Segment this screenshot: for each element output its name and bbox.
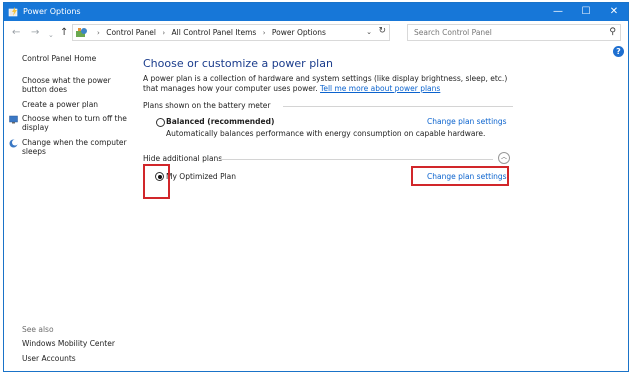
breadcrumb-all-items[interactable]: All Control Panel Items <box>172 28 257 37</box>
back-arrow-icon[interactable]: ← <box>12 27 20 39</box>
breadcrumb-separator-icon[interactable]: › <box>162 29 165 37</box>
optimized-plan-name[interactable]: My Optimized Plan <box>166 172 236 181</box>
balanced-plan-radio[interactable] <box>156 118 165 127</box>
maximize-button[interactable]: ☐ <box>572 3 600 21</box>
balanced-plan-name[interactable]: Balanced (recommended) <box>166 117 274 126</box>
breadcrumb-control-panel[interactable]: Control Panel <box>106 28 156 37</box>
breadcrumb-separator-icon: › <box>97 29 100 37</box>
breadcrumb-power-options[interactable]: Power Options <box>272 28 326 37</box>
up-arrow-icon[interactable]: ↑ <box>60 27 68 39</box>
sleep-moon-icon <box>9 139 18 148</box>
main-content: Choose or customize a power plan A power… <box>143 45 623 345</box>
breadcrumb-separator-icon[interactable]: › <box>263 29 266 37</box>
power-options-window: Power Options — ☐ ✕ ← → ⌄ ↑ › Control Pa… <box>3 2 629 372</box>
see-also-heading: See also <box>22 325 54 334</box>
choose-power-button-link[interactable]: Choose what the power button does <box>22 76 132 94</box>
breadcrumb: › Control Panel › All Control Panel Item… <box>93 27 326 39</box>
windows-mobility-center-link[interactable]: Windows Mobility Center <box>22 339 115 348</box>
hide-additional-plans-label[interactable]: Hide additional plans <box>143 154 222 163</box>
user-accounts-link[interactable]: User Accounts <box>22 354 76 363</box>
address-bar[interactable]: › Control Panel › All Control Panel Item… <box>72 24 390 41</box>
balanced-change-plan-settings-link[interactable]: Change plan settings <box>427 117 507 126</box>
forward-arrow-icon[interactable]: → <box>31 27 39 39</box>
tell-me-more-link[interactable]: Tell me more about power plans <box>320 84 440 93</box>
collapse-chevron-icon[interactable]: ︿ <box>498 152 510 164</box>
title-bar: Power Options — ☐ ✕ <box>4 3 628 21</box>
turn-off-display-link[interactable]: Choose when to turn off the display <box>22 114 132 132</box>
search-box[interactable]: Search Control Panel ⚲ <box>407 24 621 41</box>
page-title: Choose or customize a power plan <box>143 57 333 70</box>
close-button[interactable]: ✕ <box>600 3 628 21</box>
section-divider <box>221 159 493 160</box>
left-navigation-pane: Control Panel Home Choose what the power… <box>4 45 134 371</box>
recent-locations-chevron-icon[interactable]: ⌄ <box>48 29 54 41</box>
section-divider <box>283 106 513 107</box>
search-input[interactable]: Search Control Panel <box>414 28 492 37</box>
address-dropdown-icon[interactable]: ⌄ <box>366 28 372 36</box>
battery-meter-section-label: Plans shown on the battery meter <box>143 101 271 110</box>
power-options-app-icon <box>8 7 18 17</box>
search-icon[interactable]: ⚲ <box>609 27 616 37</box>
window-title: Power Options <box>23 7 81 16</box>
radio-highlight-box <box>143 164 170 199</box>
refresh-icon[interactable]: ↻ <box>378 26 386 36</box>
create-power-plan-link[interactable]: Create a power plan <box>22 100 98 109</box>
computer-sleeps-link[interactable]: Change when the computer sleeps <box>22 138 132 156</box>
minimize-button[interactable]: — <box>544 3 572 21</box>
link-highlight-box <box>411 166 509 186</box>
control-panel-home-link[interactable]: Control Panel Home <box>22 54 96 63</box>
navigation-bar: ← → ⌄ ↑ › Control Panel › All Control Pa… <box>4 21 628 45</box>
balanced-plan-description: Automatically balances performance with … <box>166 129 486 138</box>
control-panel-icon <box>76 28 87 37</box>
page-description: A power plan is a collection of hardware… <box>143 74 523 93</box>
display-shield-icon <box>9 115 18 124</box>
